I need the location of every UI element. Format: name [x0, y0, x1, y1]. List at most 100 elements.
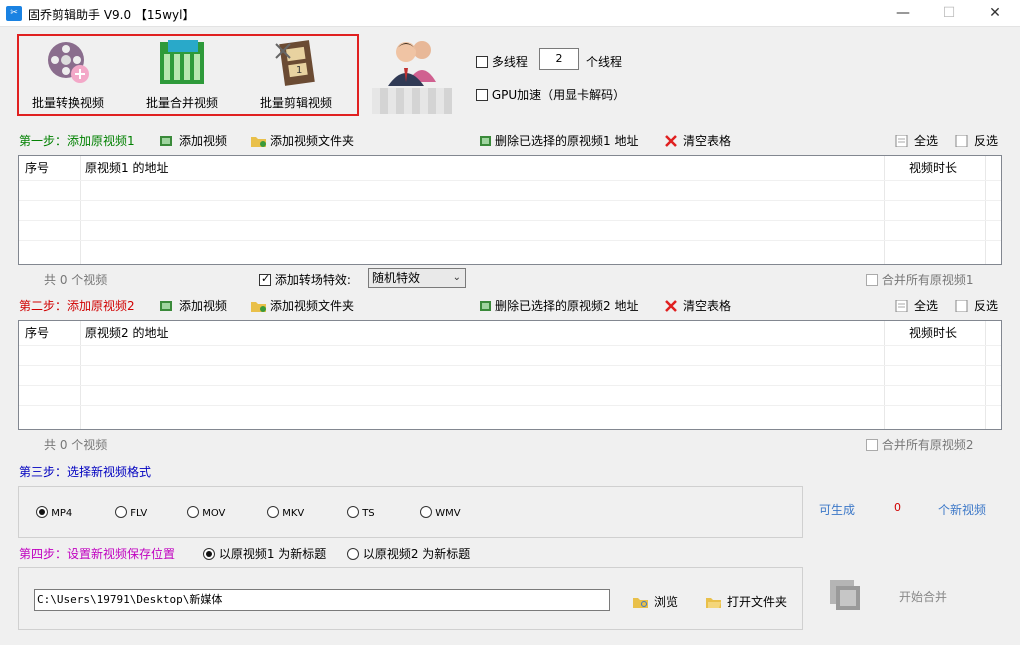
- step1-invert-button[interactable]: 反选: [955, 132, 998, 149]
- step1-count: 共 0 个视频: [44, 273, 108, 287]
- column-divider: [985, 321, 986, 429]
- step1-clear-table-button[interactable]: 清空表格: [664, 132, 731, 149]
- multithread-option[interactable]: 多线程: [476, 53, 528, 70]
- batch-cut-label: 批量剪辑视频: [259, 96, 332, 110]
- film-cut-icon: 1: [272, 38, 320, 86]
- column-header-duration[interactable]: 视频时长: [909, 156, 957, 180]
- format-mp4-radio[interactable]: [36, 506, 48, 518]
- format-mkv-option[interactable]: MKV: [267, 506, 304, 519]
- format-wmv-option[interactable]: WMV: [420, 506, 461, 519]
- row-divider: [19, 240, 1001, 241]
- minimize-button[interactable]: —: [880, 0, 926, 27]
- step1-video-table[interactable]: 序号 原视频1 的地址 视频时长: [18, 155, 1002, 265]
- document-icon: [955, 299, 969, 313]
- merge-all-video2-option[interactable]: 合并所有原视频2: [866, 436, 973, 453]
- column-divider: [985, 156, 986, 264]
- batch-convert-button[interactable]: 批量转换视频: [16, 36, 120, 114]
- browse-button[interactable]: 浏览: [633, 593, 678, 610]
- step2-add-folder-button[interactable]: 添加视频文件夹: [251, 297, 354, 314]
- format-mov-option[interactable]: MOV: [187, 506, 225, 519]
- film-add-icon: [160, 300, 174, 312]
- step1-add-folder-button[interactable]: 添加视频文件夹: [251, 132, 354, 149]
- start-merge-button[interactable]: 开始合并: [899, 588, 947, 605]
- column-header-path[interactable]: 原视频1 的地址: [85, 156, 168, 180]
- app-icon: ✂: [6, 6, 22, 21]
- step2-invert-button[interactable]: 反选: [955, 297, 998, 314]
- row-divider: [19, 200, 1001, 201]
- column-divider: [80, 321, 81, 429]
- batch-convert-label: 批量转换视频: [31, 96, 104, 110]
- row-divider: [19, 180, 1001, 181]
- step2-count: 共 0 个视频: [44, 438, 108, 452]
- format-ts-radio[interactable]: [347, 506, 359, 518]
- title-video2-radio[interactable]: [347, 548, 359, 560]
- format-mov-radio[interactable]: [187, 506, 199, 518]
- step1-add-video-button[interactable]: 添加视频: [160, 132, 227, 149]
- gpu-option[interactable]: GPU加速（用显卡解码）: [476, 86, 625, 103]
- title-bar[interactable]: ✂ 固乔剪辑助手 V9.0 【15wyl】 — ☐ ✕: [0, 0, 1020, 27]
- row-divider: [19, 405, 1001, 406]
- document-icon: [895, 299, 909, 313]
- format-mp4-option[interactable]: MP4: [36, 506, 72, 519]
- svg-text:1: 1: [296, 65, 302, 76]
- transition-option[interactable]: 添加转场特效:: [259, 271, 351, 288]
- step2-video-table[interactable]: 序号 原视频2 的地址 视频时长: [18, 320, 1002, 430]
- step4-title: 第四步：设置新视频保存位置: [19, 547, 176, 561]
- folder-add-icon: [251, 135, 266, 147]
- column-header-duration[interactable]: 视频时长: [909, 321, 957, 345]
- step2-clear-table-button[interactable]: 清空表格: [664, 297, 731, 314]
- column-header-index[interactable]: 序号: [25, 321, 49, 345]
- column-divider: [80, 156, 81, 264]
- title-option-video1[interactable]: 以原视频1 为新标题: [203, 545, 326, 562]
- format-mkv-radio[interactable]: [267, 506, 279, 518]
- merge-all-video2-checkbox[interactable]: [866, 439, 878, 451]
- column-header-index[interactable]: 序号: [25, 156, 49, 180]
- close-button[interactable]: ✕: [972, 0, 1018, 27]
- title-video1-radio[interactable]: [203, 548, 215, 560]
- document-icon: [955, 134, 969, 148]
- maximize-button[interactable]: ☐: [926, 0, 972, 27]
- thread-count-input[interactable]: 2: [539, 48, 579, 70]
- batch-cut-button[interactable]: 1 批量剪辑视频: [244, 36, 348, 114]
- film-delete-icon: [480, 300, 492, 312]
- format-ts-option[interactable]: TS: [347, 506, 375, 519]
- folder-add-icon: [251, 300, 266, 312]
- transition-checkbox[interactable]: [259, 274, 271, 286]
- save-path-input[interactable]: C:\Users\19791\Desktop\新媒体: [34, 589, 610, 611]
- account-avatar-blurred: [372, 88, 452, 114]
- row-divider: [19, 345, 1001, 346]
- generate-count: 0: [894, 501, 901, 514]
- title-option-video2[interactable]: 以原视频2 为新标题: [347, 545, 470, 562]
- format-wmv-radio[interactable]: [420, 506, 432, 518]
- chevron-down-icon: ⌄: [452, 272, 461, 283]
- multithread-checkbox[interactable]: [476, 56, 488, 68]
- gpu-checkbox[interactable]: [476, 89, 488, 101]
- batch-merge-label: 批量合并视频: [145, 96, 218, 110]
- step2-delete-selected-button[interactable]: 删除已选择的原视频2 地址: [480, 297, 638, 314]
- step2-add-video-button[interactable]: 添加视频: [160, 297, 227, 314]
- film-add-icon: [160, 135, 174, 147]
- document-icon: [895, 134, 909, 148]
- folder-open-icon: [706, 596, 722, 608]
- step2-select-all-button[interactable]: 全选: [895, 297, 938, 314]
- transition-label: 添加转场特效:: [274, 273, 351, 287]
- open-folder-button[interactable]: 打开文件夹: [706, 593, 787, 610]
- gpu-label: GPU加速（用显卡解码）: [491, 88, 626, 102]
- users-icon: [384, 36, 440, 86]
- column-header-path[interactable]: 原视频2 的地址: [85, 321, 168, 345]
- format-flv-option[interactable]: FLV: [115, 506, 147, 519]
- format-flv-radio[interactable]: [115, 506, 127, 518]
- step1-delete-selected-button[interactable]: 删除已选择的原视频1 地址: [480, 132, 638, 149]
- batch-merge-button[interactable]: 批量合并视频: [130, 36, 234, 114]
- film-strip-merge-icon: [158, 38, 206, 86]
- new-videos-label: 个新视频: [938, 503, 987, 517]
- step1-select-all-button[interactable]: 全选: [895, 132, 938, 149]
- transition-select[interactable]: 随机特效 ⌄: [368, 268, 466, 288]
- red-x-icon: [664, 300, 678, 312]
- merge-all-video1-checkbox[interactable]: [866, 274, 878, 286]
- film-delete-icon: [480, 135, 492, 147]
- merge-all-video1-option[interactable]: 合并所有原视频1: [866, 271, 973, 288]
- step1-title: 第一步：添加原视频1: [19, 134, 135, 148]
- column-divider: [884, 156, 885, 264]
- merge-film-icon[interactable]: [830, 580, 862, 610]
